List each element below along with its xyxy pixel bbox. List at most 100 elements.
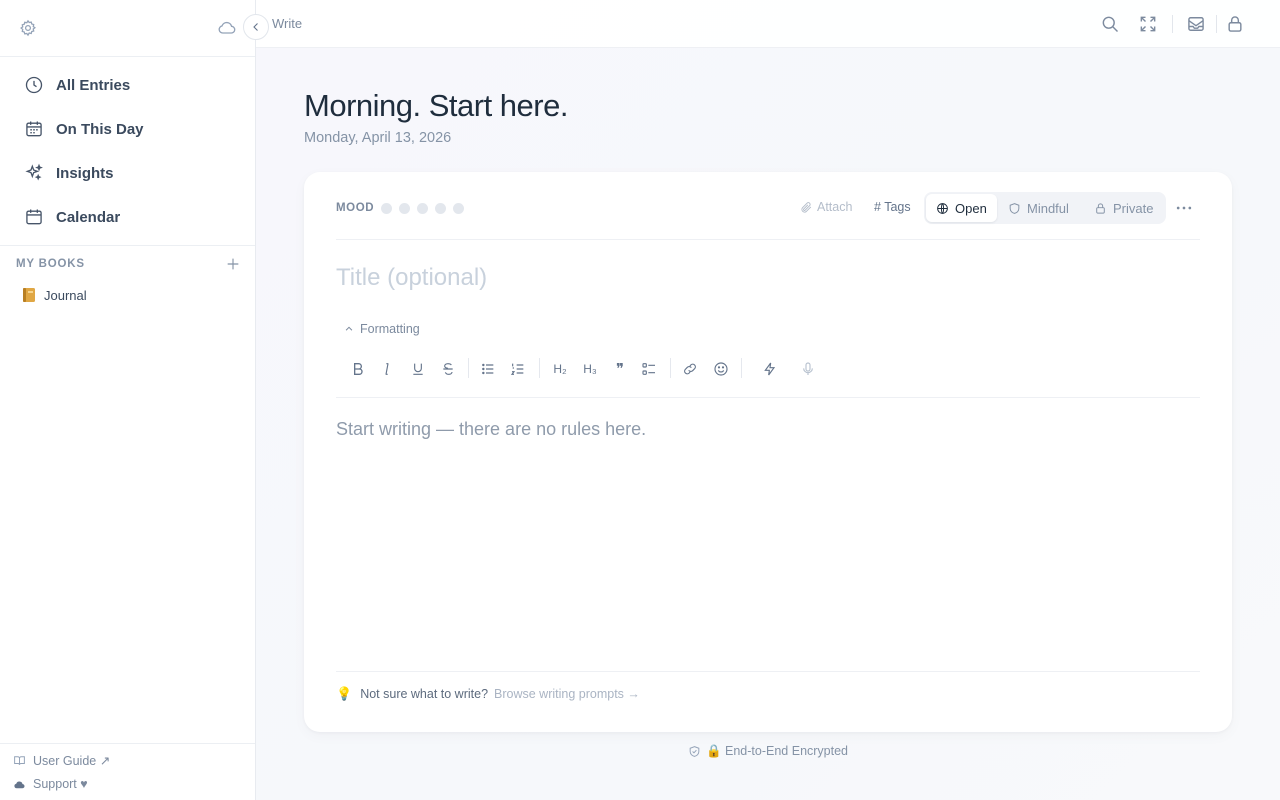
my-books-header: MY BOOKS — [0, 246, 255, 282]
collapse-sidebar-button[interactable] — [243, 14, 269, 40]
prompt-question: Not sure what to write? — [360, 686, 489, 701]
toolbar-divider — [1216, 15, 1217, 33]
gear-icon[interactable] — [19, 19, 37, 37]
more-options-icon[interactable] — [1174, 198, 1194, 218]
shield-icon — [1009, 202, 1020, 214]
book-item-journal[interactable]: Journal — [0, 282, 255, 308]
formatting-toolbar: H₂ H₃ ❞ — [336, 352, 1200, 398]
book-label: Journal — [44, 287, 87, 303]
lightning-icon — [764, 362, 776, 376]
microphone-icon — [803, 362, 813, 375]
calendar-day-icon — [24, 119, 44, 139]
editor-header: MOOD Attach # Tags Open Mindful Private — [336, 192, 1200, 240]
ai-assist-button[interactable] — [758, 357, 782, 381]
tags-button[interactable]: # Tags — [874, 200, 911, 214]
strikethrough-button[interactable] — [436, 357, 460, 381]
link-icon — [684, 363, 696, 375]
mood-dot[interactable] — [435, 203, 446, 214]
user-guide-link[interactable]: User Guide ↗ — [0, 748, 255, 772]
mood-dot[interactable] — [453, 203, 464, 214]
chevron-left-icon — [253, 23, 258, 31]
clock-icon — [24, 75, 44, 95]
add-book-icon[interactable] — [225, 256, 241, 272]
sidebar-item-insights[interactable]: Insights — [0, 151, 255, 195]
mood-dot[interactable] — [417, 203, 428, 214]
entry-title-input[interactable] — [336, 260, 1200, 296]
strikethrough-icon — [443, 363, 453, 375]
sparkles-icon — [24, 163, 44, 183]
emoji-button[interactable] — [709, 357, 733, 381]
toolbar-divider — [670, 358, 671, 378]
smiley-icon — [714, 362, 728, 376]
toolbar-divider — [741, 358, 742, 378]
mood-dot[interactable] — [399, 203, 410, 214]
checklist-icon — [642, 363, 655, 375]
link-button[interactable] — [678, 357, 702, 381]
bullet-list-button[interactable] — [476, 357, 500, 381]
numbered-list-button[interactable] — [506, 357, 530, 381]
lock-icon[interactable] — [1225, 14, 1245, 34]
visibility-open-label: Open — [955, 200, 987, 216]
page-date: Monday, April 13, 2026 — [304, 130, 452, 146]
bold-button[interactable] — [346, 357, 370, 381]
sidebar-item-on-this-day[interactable]: On This Day — [0, 107, 255, 151]
notebook-icon — [22, 287, 36, 303]
sidebar-item-all-entries[interactable]: All Entries — [0, 63, 255, 107]
visibility-segmented-control: Open Mindful Private — [924, 192, 1166, 224]
mood-label: MOOD — [336, 202, 375, 214]
entry-body-editor[interactable] — [336, 416, 1200, 656]
heading-3-button[interactable]: H₃ — [578, 357, 602, 381]
mood-dot[interactable] — [381, 203, 392, 214]
cloud-icon[interactable] — [217, 18, 237, 38]
numbered-list-icon — [510, 363, 524, 375]
my-books-heading: MY BOOKS — [16, 258, 85, 270]
chevron-up-icon — [345, 326, 353, 331]
sidebar-item-label: On This Day — [56, 120, 144, 138]
encryption-notice: 🔒 End-to-End Encrypted — [256, 744, 1280, 759]
browse-prompts-link[interactable]: Browse writing prompts → — [494, 687, 640, 701]
breadcrumb: Write — [272, 16, 303, 31]
book-open-icon — [13, 754, 26, 767]
quote-button[interactable]: ❞ — [608, 357, 632, 381]
formatting-toggle[interactable]: Formatting — [344, 322, 420, 336]
sidebar-nav: All Entries On This Day Insights Calenda… — [0, 57, 255, 239]
calendar-icon — [24, 207, 44, 227]
shield-check-icon — [689, 746, 700, 757]
inbox-icon[interactable] — [1186, 14, 1206, 34]
visibility-mindful-label: Mindful — [1027, 200, 1069, 216]
paperclip-icon — [801, 201, 812, 213]
bullet-list-icon — [482, 363, 494, 375]
top-bar: Write — [256, 0, 1280, 48]
formatting-label: Formatting — [360, 322, 420, 336]
sidebar-footer: User Guide ↗ Support ♥ — [0, 743, 255, 800]
encryption-label: 🔒 End-to-End Encrypted — [705, 744, 849, 758]
support-label: Support ♥ — [33, 777, 88, 791]
underline-button[interactable] — [406, 357, 430, 381]
sidebar-item-label: Calendar — [56, 208, 121, 226]
main-area: Write Morning. Start here. Monday, April… — [256, 0, 1280, 800]
sidebar-item-label: All Entries — [56, 76, 131, 94]
heading-2-button[interactable]: H₂ — [548, 357, 572, 381]
italic-icon — [385, 363, 389, 375]
checklist-button[interactable] — [637, 357, 661, 381]
tags-label: # Tags — [874, 200, 911, 214]
attach-button[interactable]: Attach — [800, 200, 852, 214]
sidebar-item-calendar[interactable]: Calendar — [0, 195, 255, 239]
toolbar-divider — [468, 358, 469, 378]
underline-icon — [413, 363, 423, 375]
sidebar-header — [0, 0, 255, 57]
globe-icon — [937, 202, 948, 214]
visibility-open-button[interactable]: Open — [926, 194, 997, 222]
entry-editor-card: MOOD Attach # Tags Open Mindful Private … — [304, 172, 1232, 732]
support-link[interactable]: Support ♥ — [0, 772, 255, 796]
dictation-button[interactable] — [796, 357, 820, 381]
visibility-mindful-button[interactable]: Mindful — [998, 194, 1079, 222]
toolbar-divider — [1172, 15, 1173, 33]
search-icon[interactable] — [1100, 14, 1120, 34]
sidebar: All Entries On This Day Insights Calenda… — [0, 0, 269, 800]
visibility-private-label: Private — [1113, 200, 1154, 216]
italic-button[interactable] — [375, 357, 399, 381]
fullscreen-icon[interactable] — [1138, 14, 1158, 34]
cloud-icon — [13, 778, 26, 791]
visibility-private-button[interactable]: Private — [1084, 194, 1163, 222]
